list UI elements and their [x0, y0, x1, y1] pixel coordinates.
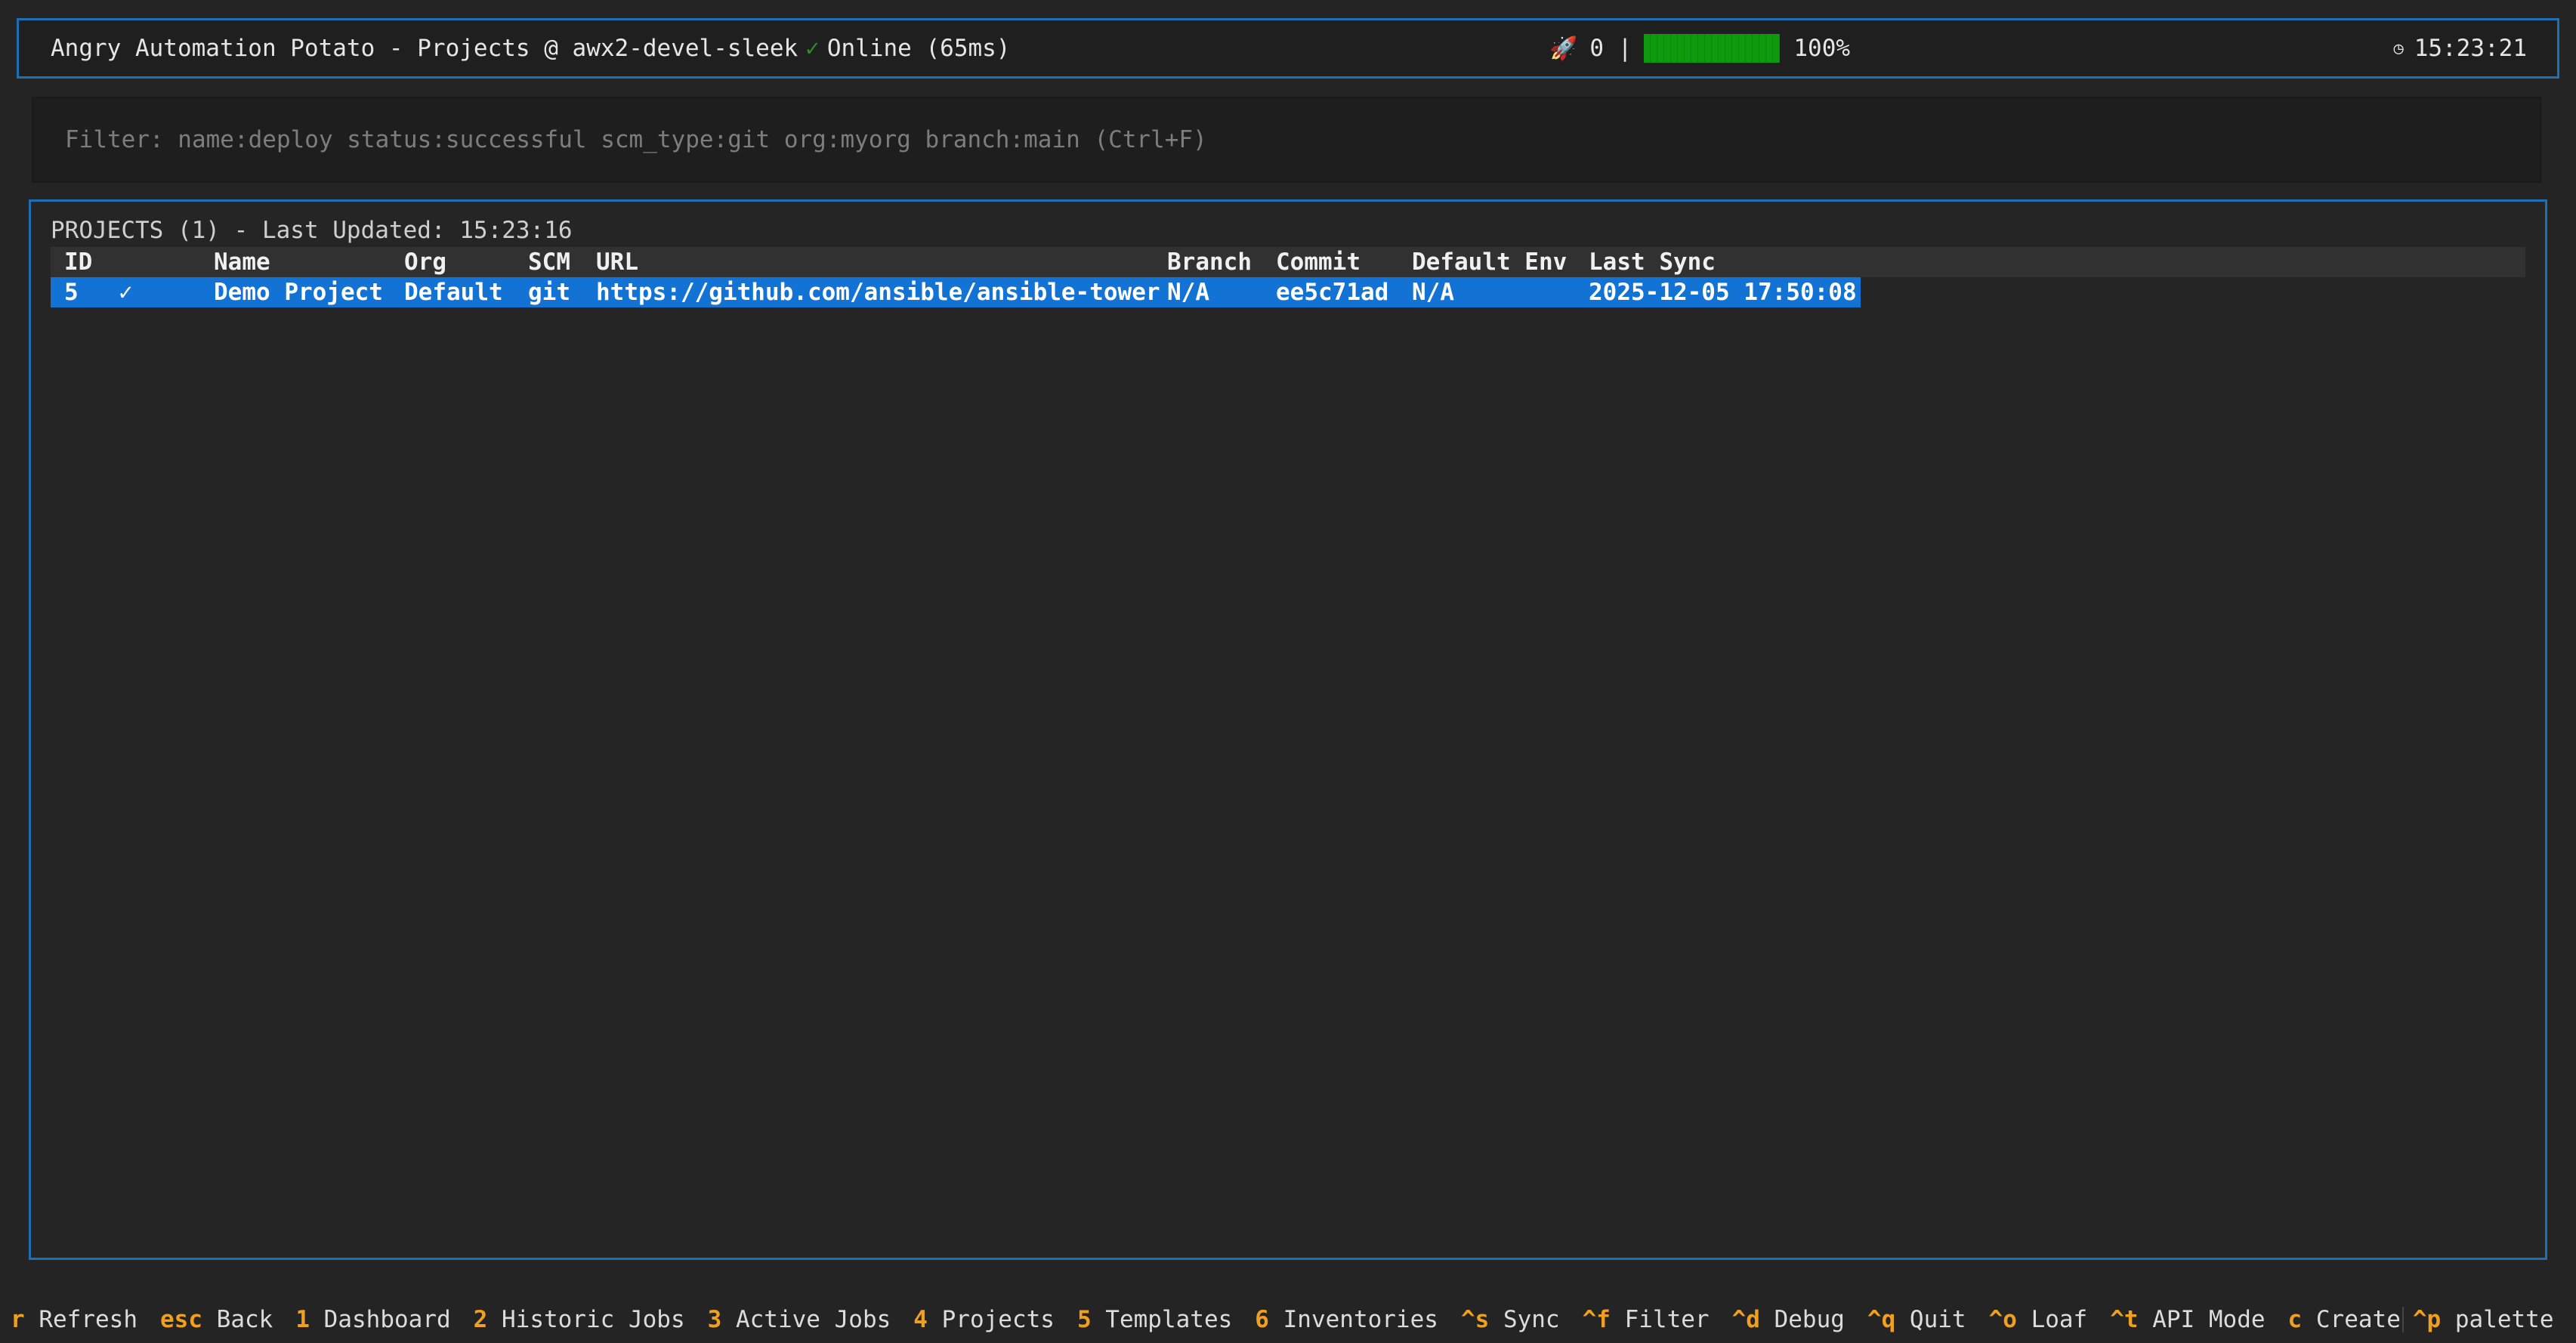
hint-label: Refresh: [39, 1306, 137, 1333]
hint-label: Active Jobs: [735, 1306, 891, 1333]
hint-label: Dashboard: [323, 1306, 451, 1333]
hint-label: Sync: [1503, 1306, 1560, 1333]
table-row[interactable]: 5 ✓ Demo Project Default git https://git…: [51, 277, 1861, 307]
hint-back[interactable]: esc Back: [160, 1306, 273, 1333]
hint-label: Filter: [1624, 1306, 1710, 1333]
progress-percent: 100%: [1793, 35, 1851, 62]
column-header-name[interactable]: Name: [214, 247, 270, 277]
row-id: 5: [64, 279, 79, 306]
row-commit: ee5c71ad: [1276, 279, 1389, 306]
hint-palette[interactable]: ^p palette: [2413, 1306, 2554, 1333]
header-left: Angry Automation Potato - Projects @ awx…: [51, 20, 1010, 76]
hint-projects[interactable]: 4 Projects: [913, 1306, 1055, 1333]
hint-key: 5: [1076, 1306, 1092, 1333]
row-last-sync: 2025-12-05 17:50:08: [1589, 279, 1857, 306]
hint-label: Debug: [1774, 1306, 1845, 1333]
header-separator: [1604, 35, 1618, 62]
hint-key: ^o: [1988, 1306, 2017, 1333]
hint-key: ^d: [1731, 1306, 1760, 1333]
running-count: 0: [1589, 35, 1605, 62]
column-header-scm[interactable]: SCM: [528, 247, 570, 277]
app-title: Angry Automation Potato - Projects @ awx…: [51, 35, 798, 62]
filter-placeholder: Filter: name:deploy status:successful sc…: [65, 126, 1207, 153]
hint-label: Historic Jobs: [502, 1306, 685, 1333]
hint-key: c: [2287, 1306, 2303, 1333]
hint-label: palette: [2454, 1306, 2554, 1333]
key-hints-footer: r Refresh esc Back 1 Dashboard 2 Histori…: [11, 1301, 2568, 1338]
header-right: ◷ 15:23:21: [2393, 20, 2527, 76]
hint-templates[interactable]: 5 Templates: [1077, 1306, 1232, 1333]
hint-label: Back: [216, 1306, 273, 1333]
hint-key: r: [11, 1306, 25, 1333]
hint-dashboard[interactable]: 1 Dashboard: [295, 1306, 450, 1333]
hint-key: ^p: [2412, 1306, 2442, 1333]
filter-input[interactable]: Filter: name:deploy status:successful sc…: [32, 97, 2541, 183]
row-default-env: N/A: [1412, 279, 1454, 306]
column-header-url[interactable]: URL: [596, 247, 638, 277]
hint-quit[interactable]: ^q Quit: [1867, 1306, 1966, 1333]
hint-debug[interactable]: ^d Debug: [1732, 1306, 1845, 1333]
hint-key: 1: [295, 1306, 310, 1333]
panel-title: PROJECTS (1) - Last Updated: 15:23:16: [51, 217, 573, 244]
hint-create[interactable]: c Create: [2288, 1306, 2401, 1333]
hint-key: ^s: [1460, 1306, 1490, 1333]
column-header-last-sync[interactable]: Last Sync: [1589, 247, 1716, 277]
hint-label: Quit: [1909, 1306, 1966, 1333]
column-header-org[interactable]: Org: [404, 247, 446, 277]
hint-api-mode[interactable]: ^t API Mode: [2110, 1306, 2265, 1333]
projects-panel: PROJECTS (1) - Last Updated: 15:23:16 ID…: [29, 199, 2547, 1260]
row-status-check-icon: ✓: [119, 279, 133, 306]
hint-key: 6: [1255, 1306, 1269, 1333]
header-bar: Angry Automation Potato - Projects @ awx…: [17, 18, 2559, 79]
hint-key: 4: [913, 1306, 928, 1333]
hint-refresh[interactable]: r Refresh: [11, 1306, 137, 1333]
hint-label: Create: [2315, 1306, 2401, 1333]
column-header-default-env[interactable]: Default Env: [1412, 247, 1567, 277]
hint-label: API Mode: [2152, 1306, 2266, 1333]
hint-label: Projects: [941, 1306, 1055, 1333]
header-separator-bar: |: [1617, 35, 1632, 62]
hint-key: ^q: [1867, 1306, 1896, 1333]
hint-loaf[interactable]: ^o Loaf: [1989, 1306, 2088, 1333]
progress-fill: [1644, 34, 1781, 63]
footer-divider: [2401, 1307, 2404, 1332]
hint-label: Templates: [1105, 1306, 1233, 1333]
table-header: ID Name Org SCM URL Branch Commit Defaul…: [51, 247, 2525, 277]
hint-filter[interactable]: ^f Filter: [1583, 1306, 1710, 1333]
row-name: Demo Project: [214, 279, 383, 306]
clock-icon: ◷: [2393, 39, 2404, 58]
column-header-branch[interactable]: Branch: [1167, 247, 1252, 277]
row-url: https://github.com/ansible/ansible-tower: [596, 279, 1160, 306]
column-header-id[interactable]: ID: [64, 247, 92, 277]
column-header-commit[interactable]: Commit: [1276, 247, 1361, 277]
app-root: Angry Automation Potato - Projects @ awx…: [0, 0, 2576, 1343]
hint-historic-jobs[interactable]: 2 Historic Jobs: [474, 1306, 685, 1333]
hint-inventories[interactable]: 6 Inventories: [1255, 1306, 1438, 1333]
connection-status: Online (65ms): [826, 35, 1011, 62]
hint-key: 3: [707, 1306, 722, 1333]
hint-key: 2: [473, 1306, 488, 1333]
hint-key: ^f: [1582, 1306, 1611, 1333]
hint-active-jobs[interactable]: 3 Active Jobs: [708, 1306, 891, 1333]
row-org: Default: [404, 279, 503, 306]
hint-key: ^t: [2110, 1306, 2139, 1333]
online-check-icon: ✓: [805, 35, 820, 62]
rocket-icon: 🚀: [1549, 35, 1578, 62]
row-scm: git: [528, 279, 570, 306]
progress-bar: [1644, 34, 1781, 63]
hint-label: Loaf: [2031, 1306, 2088, 1333]
header-center: 🚀 0 | 100%: [1549, 20, 1850, 76]
hint-key: esc: [160, 1306, 202, 1333]
hint-label: Inventories: [1283, 1306, 1438, 1333]
row-branch: N/A: [1167, 279, 1209, 306]
clock-time: 15:23:21: [2414, 35, 2527, 62]
hint-sync[interactable]: ^s Sync: [1461, 1306, 1560, 1333]
